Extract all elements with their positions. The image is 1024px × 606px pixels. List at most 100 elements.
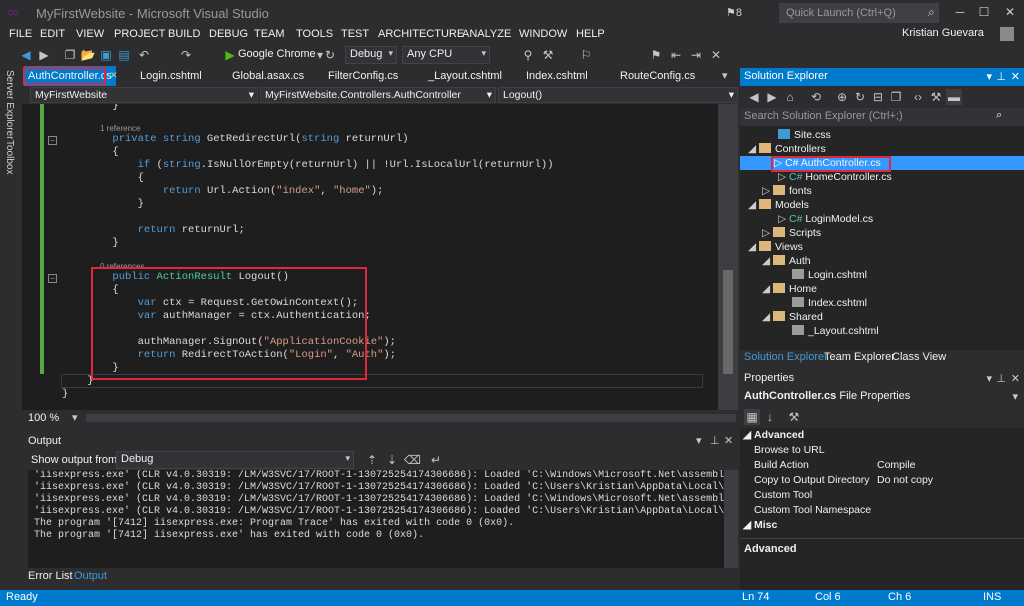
pending-changes-icon[interactable]: ⊕	[834, 89, 850, 105]
menu-view[interactable]: VIEW	[76, 26, 104, 42]
tab-index-cshtml[interactable]: Index.cshtml	[522, 66, 592, 86]
close-icon[interactable]: ✕	[1011, 70, 1020, 83]
fold-icon[interactable]: −	[48, 274, 57, 283]
zoom-level[interactable]: 100 %	[28, 412, 59, 424]
next-message-icon[interactable]: ⇣	[384, 452, 400, 468]
property-row[interactable]: Browse to URL	[740, 443, 1024, 458]
maximize-button[interactable]: ☐	[972, 3, 996, 21]
tree-item[interactable]: ◢ Auth	[762, 254, 811, 268]
close-icon[interactable]: ✕	[1011, 372, 1020, 385]
redo-icon[interactable]: ↷	[178, 47, 194, 63]
forward-icon[interactable]: ▶	[764, 89, 780, 105]
tab-filter-config[interactable]: FilterConfig.cs	[324, 66, 402, 86]
sync-icon[interactable]: ⟲	[808, 89, 824, 105]
tree-item[interactable]: Login.cshtml	[792, 268, 867, 282]
minimize-button[interactable]: ─	[948, 3, 972, 21]
tab-error-list[interactable]: Error List	[28, 570, 73, 582]
output-scrollbar[interactable]	[724, 470, 738, 568]
tab-overflow-icon[interactable]: ▾	[722, 69, 728, 82]
back-icon[interactable]: ◀	[18, 47, 34, 63]
bookmark-icon[interactable]: ⚐	[578, 47, 594, 63]
tab-layout-cshtml[interactable]: _Layout.cshtml	[424, 66, 506, 86]
menu-project[interactable]: PROJECT	[114, 26, 165, 42]
user-name[interactable]: Kristian Guevara	[902, 27, 984, 39]
pin-icon[interactable]: ⊥	[996, 372, 1006, 385]
tree-item[interactable]: ◢ Controllers	[748, 142, 826, 156]
pin-icon[interactable]: ⊥	[996, 70, 1006, 83]
close-button[interactable]: ✕	[998, 3, 1022, 21]
new-project-icon[interactable]: ❐	[62, 47, 78, 63]
property-row[interactable]: Custom Tool	[740, 488, 1024, 503]
find-message-icon[interactable]: ⇡	[364, 452, 380, 468]
menu-window[interactable]: WINDOW	[519, 26, 567, 42]
undo-icon[interactable]: ↶	[136, 47, 152, 63]
codelens-reference[interactable]: 1 reference	[100, 124, 140, 133]
tab-team-explorer[interactable]: Team Explorer	[824, 351, 895, 363]
alphabetical-icon[interactable]: ↓	[762, 409, 778, 425]
quick-launch-input[interactable]: Quick Launch (Ctrl+Q)	[779, 3, 939, 23]
preview-icon[interactable]: ▬	[946, 89, 962, 105]
pin-icon[interactable]: ⊥	[710, 434, 720, 447]
class-select[interactable]: MyFirstWebsite.Controllers.AuthControlle…	[260, 87, 496, 103]
start-debugging-icon[interactable]: ▶	[222, 47, 238, 63]
menu-build[interactable]: BUILD	[168, 26, 200, 42]
back-icon[interactable]: ◀	[746, 89, 762, 105]
tree-item[interactable]: ◢ Models	[748, 198, 809, 212]
menu-edit[interactable]: EDIT	[40, 26, 65, 42]
refresh-icon[interactable]: ↻	[322, 47, 338, 63]
properties-object-select[interactable]: AuthController.cs File Properties ▾	[740, 388, 1024, 406]
fold-icon[interactable]: −	[48, 136, 57, 145]
save-all-icon[interactable]: ▤	[116, 47, 132, 63]
property-category[interactable]: ◢ Advanced	[740, 428, 1024, 443]
tree-item[interactable]: Index.cshtml	[792, 296, 867, 310]
word-wrap-icon[interactable]: ↵	[428, 452, 444, 468]
menu-debug[interactable]: DEBUG	[209, 26, 248, 42]
platform-select[interactable]: Any CPU ▾	[402, 46, 490, 64]
tree-item[interactable]: _Layout.cshtml	[792, 324, 879, 338]
notification-flag-icon[interactable]: ⚑8	[726, 6, 742, 19]
properties-icon[interactable]: ⚒	[928, 89, 944, 105]
toolbox-tab[interactable]: Toolbox	[4, 140, 15, 174]
property-category[interactable]: ◢ Misc	[740, 518, 1024, 533]
member-select[interactable]: Logout() ▾	[498, 87, 738, 103]
refresh-icon[interactable]: ↻	[852, 89, 868, 105]
bookmark-toggle-icon[interactable]: ⚑	[648, 47, 664, 63]
menu-help[interactable]: HELP	[576, 26, 605, 42]
property-row[interactable]: Custom Tool Namespace	[740, 503, 1024, 518]
menu-team[interactable]: TEAM	[254, 26, 285, 42]
project-select[interactable]: MyFirstWebsite ▾	[30, 87, 258, 103]
tree-item[interactable]: ◢ Home	[762, 282, 817, 296]
tree-item[interactable]: ▷ C# HomeController.cs	[778, 170, 892, 184]
categorized-icon[interactable]: ▦	[744, 409, 760, 425]
property-row[interactable]: Build Action Compile	[740, 458, 1024, 473]
close-tab-icon[interactable]: ✕	[110, 70, 118, 81]
editor-horizontal-scrollbar[interactable]	[86, 414, 736, 422]
collapse-all-icon[interactable]: ⊟	[870, 89, 886, 105]
clear-all-icon[interactable]: ⌫	[404, 452, 421, 468]
zoom-dropdown-icon[interactable]: ▾	[72, 411, 78, 424]
tab-global-asax[interactable]: Global.asax.cs	[228, 66, 308, 86]
home-icon[interactable]: ⌂	[782, 89, 798, 105]
panel-menu-icon[interactable]: ▾	[986, 70, 992, 83]
output-source-select[interactable]: Debug ▾	[116, 451, 354, 469]
tree-item[interactable]: Site.css	[778, 128, 831, 142]
tree-item[interactable]: ◢ Shared	[762, 310, 823, 324]
panel-menu-icon[interactable]: ▾	[696, 434, 702, 447]
avatar[interactable]	[1000, 27, 1014, 41]
menu-tools[interactable]: TOOLS	[296, 26, 333, 42]
tab-class-view[interactable]: Class View	[892, 351, 946, 363]
server-explorer-tab[interactable]: Server Explorer	[4, 70, 15, 139]
forward-icon[interactable]: ▶	[36, 47, 52, 63]
editor-vertical-scrollbar[interactable]	[718, 104, 738, 410]
show-all-files-icon[interactable]: ❐	[888, 89, 904, 105]
tab-solution-explorer[interactable]: Solution Explorer	[744, 351, 828, 363]
next-bookmark-icon[interactable]: ⇥	[688, 47, 704, 63]
menu-architecture[interactable]: ARCHITECTURE	[378, 26, 464, 42]
find-icon[interactable]: ⚲	[520, 47, 536, 63]
menu-test[interactable]: TEST	[341, 26, 369, 42]
config-select[interactable]: Debug ▾	[345, 46, 397, 64]
tree-item[interactable]: ◢ Views	[748, 240, 803, 254]
tab-route-config[interactable]: RouteConfig.cs	[616, 66, 699, 86]
tab-login-cshtml[interactable]: Login.cshtml	[136, 66, 206, 86]
prev-bookmark-icon[interactable]: ⇤	[668, 47, 684, 63]
